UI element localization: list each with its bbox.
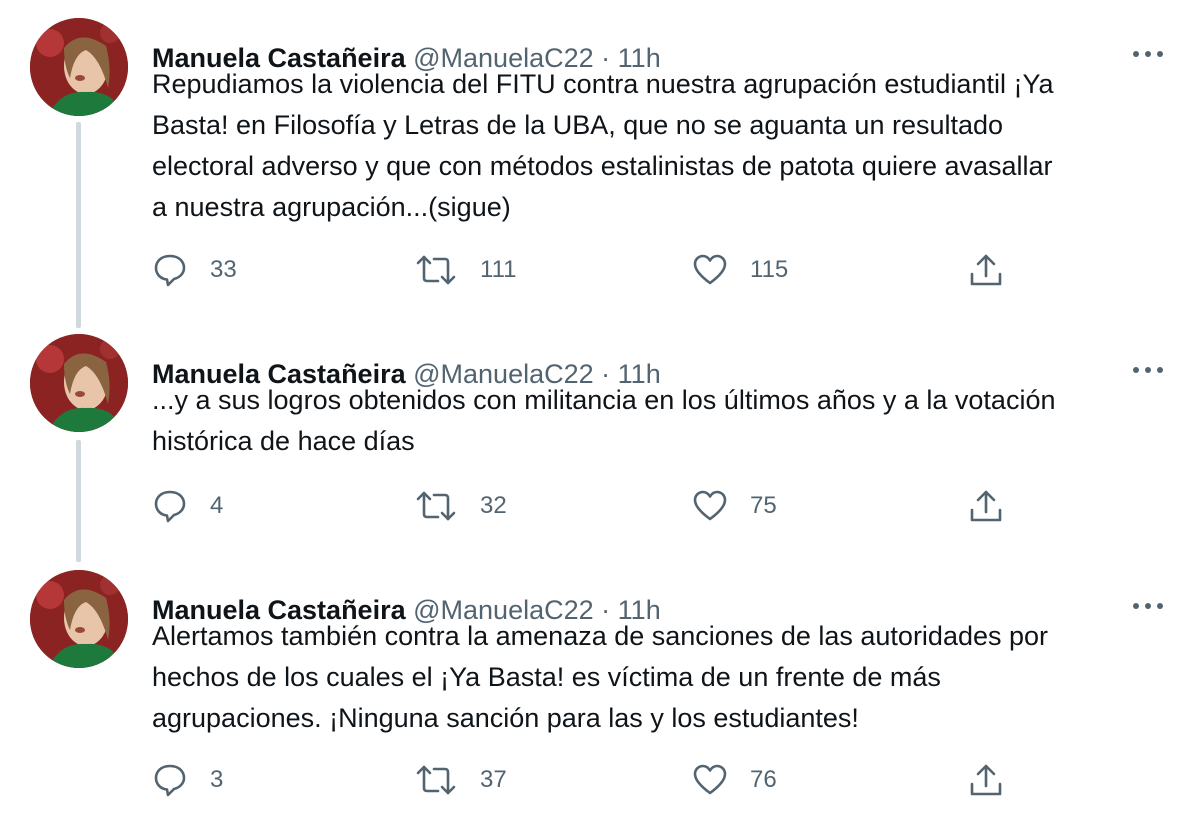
more-options-icon[interactable] (1128, 42, 1168, 66)
like-count: 115 (750, 256, 789, 283)
more-options-icon[interactable] (1128, 358, 1168, 382)
like-icon (692, 488, 728, 524)
more-options-icon[interactable] (1128, 594, 1168, 618)
like-icon (692, 252, 728, 288)
share-button[interactable] (968, 760, 1004, 800)
like-button[interactable]: 115 (692, 250, 788, 290)
tweet-text: Repudiamos la violencia del FITU contra … (152, 69, 1054, 222)
retweet-icon (414, 252, 458, 288)
share-button[interactable] (968, 250, 1004, 290)
retweet-icon (414, 488, 458, 524)
tweet-actions: 4 32 75 (0, 486, 1200, 526)
tweet[interactable]: Manuela Castañeira @ManuelaC22 · 11h Rep… (0, 18, 1200, 318)
like-button[interactable]: 75 (692, 486, 777, 526)
like-button[interactable]: 76 (692, 760, 777, 800)
retweet-button[interactable]: 32 (414, 486, 507, 526)
retweet-button[interactable]: 37 (414, 760, 507, 800)
retweet-count: 111 (480, 256, 517, 283)
tweet-thread: Manuela Castañeira @ManuelaC22 · 11h Rep… (0, 0, 1200, 816)
retweet-button[interactable]: 111 (414, 250, 516, 290)
reply-icon (152, 252, 188, 288)
share-icon (968, 762, 1004, 798)
retweet-icon (414, 762, 458, 798)
reply-button[interactable]: 3 (152, 760, 223, 800)
tweet[interactable]: Manuela Castañeira @ManuelaC22 · 11h ...… (0, 334, 1200, 554)
tweet-text: ...y a sus logros obtenidos con militanc… (152, 385, 1056, 456)
like-count: 75 (750, 492, 777, 519)
avatar[interactable] (30, 334, 128, 432)
avatar[interactable] (30, 18, 128, 116)
tweet[interactable]: Manuela Castañeira @ManuelaC22 · 11h Ale… (0, 570, 1200, 810)
reply-button[interactable]: 33 (152, 250, 237, 290)
share-icon (968, 488, 1004, 524)
reply-count: 3 (210, 766, 224, 793)
tweet-text: Alertamos también contra la amenaza de s… (152, 621, 1049, 733)
reply-icon (152, 762, 188, 798)
reply-button[interactable]: 4 (152, 486, 223, 526)
like-icon (692, 762, 728, 798)
share-button[interactable] (968, 486, 1004, 526)
tweet-actions: 33 111 115 (0, 250, 1200, 290)
tweet-actions: 3 37 76 (0, 760, 1200, 800)
share-icon (968, 252, 1004, 288)
reply-count: 4 (210, 492, 224, 519)
reply-icon (152, 488, 188, 524)
avatar[interactable] (30, 570, 128, 668)
like-count: 76 (750, 766, 777, 793)
reply-count: 33 (210, 256, 237, 283)
retweet-count: 32 (480, 492, 507, 519)
retweet-count: 37 (480, 766, 507, 793)
